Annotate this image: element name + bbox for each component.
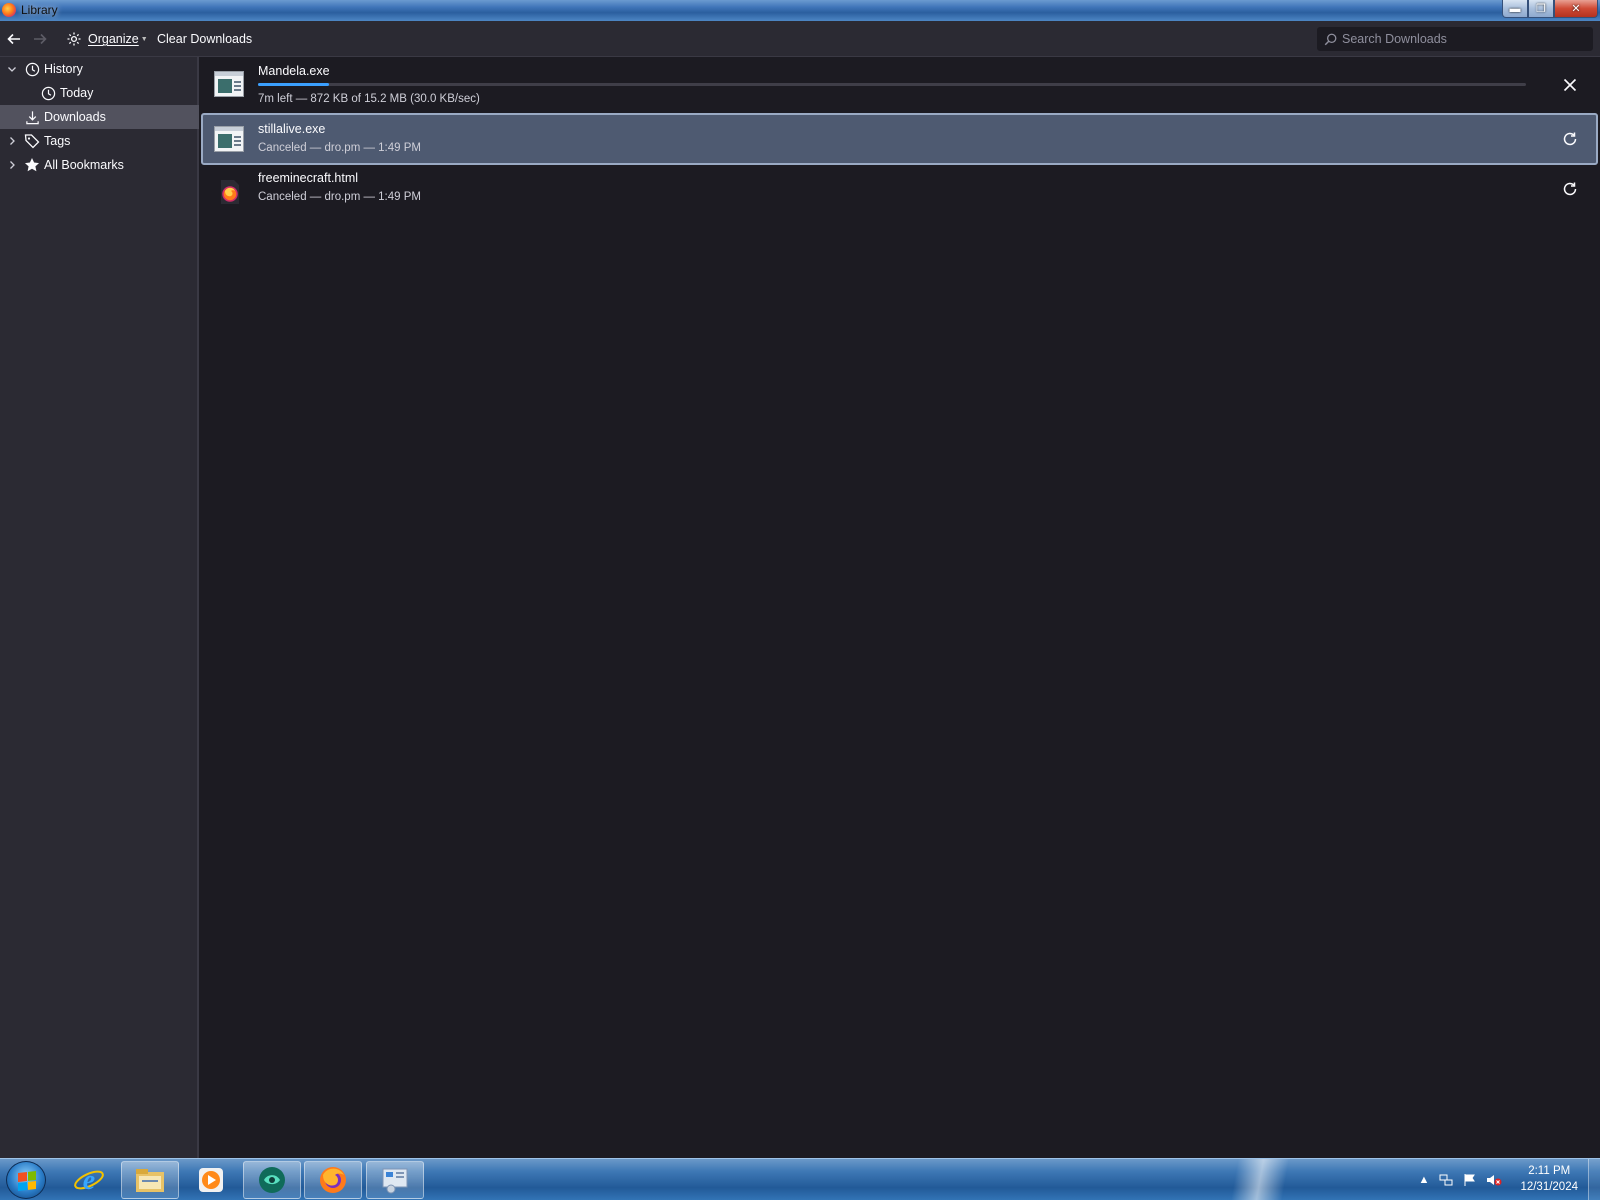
control-panel-icon bbox=[382, 1168, 408, 1194]
download-item[interactable]: freeminecraft.html Canceled — dro.pm — 1… bbox=[201, 167, 1598, 219]
sidebar-item-label: History bbox=[44, 62, 83, 76]
clock-icon bbox=[40, 85, 56, 101]
volume-muted-icon bbox=[1487, 1175, 1502, 1186]
executable-file-icon bbox=[214, 126, 244, 152]
chevron-down-icon: ▼ bbox=[140, 35, 148, 43]
download-status: Canceled — dro.pm — 1:49 PM bbox=[258, 142, 421, 154]
library-toolbar: Organize ▼ Clear Downloads bbox=[0, 21, 1600, 57]
organize-label: Organize bbox=[88, 32, 139, 46]
retry-icon bbox=[1563, 182, 1577, 196]
forward-arrow-icon bbox=[34, 33, 47, 45]
start-button[interactable] bbox=[6, 1161, 46, 1199]
app-icon bbox=[259, 1167, 285, 1193]
executable-file-icon bbox=[214, 71, 244, 97]
chevron-right-icon[interactable] bbox=[6, 135, 18, 147]
back-arrow-icon bbox=[7, 33, 20, 45]
taskbar-app[interactable] bbox=[243, 1161, 301, 1199]
restore-icon: ❐ bbox=[1536, 3, 1546, 15]
back-button[interactable] bbox=[6, 21, 28, 57]
taskbar-internet-explorer[interactable]: e bbox=[60, 1161, 118, 1199]
search-input[interactable] bbox=[1342, 32, 1582, 46]
close-icon: ✕ bbox=[1571, 3, 1581, 15]
file-explorer-icon bbox=[136, 1169, 164, 1192]
retry-download-button[interactable] bbox=[1560, 179, 1580, 199]
window-title: Library bbox=[21, 3, 58, 17]
forward-button[interactable] bbox=[32, 21, 54, 57]
downloads-list: Mandela.exe 7m left — 872 KB of 15.2 MB … bbox=[201, 58, 1600, 1158]
tag-icon bbox=[24, 133, 40, 149]
library-sidebar: History Today Downloads Tags All Bookmar… bbox=[0, 57, 199, 1158]
cancel-icon bbox=[1563, 78, 1577, 92]
firefox-html-file-icon bbox=[221, 180, 239, 204]
show-desktop-button[interactable] bbox=[1588, 1159, 1600, 1200]
sidebar-item-label: Today bbox=[60, 86, 94, 100]
sidebar-item-label: All Bookmarks bbox=[44, 158, 124, 172]
gear-icon bbox=[67, 32, 81, 46]
download-item[interactable]: stillalive.exe Canceled — dro.pm — 1:49 … bbox=[201, 113, 1598, 165]
organize-button[interactable]: Organize ▼ bbox=[66, 21, 148, 57]
sidebar-item-label: Tags bbox=[44, 134, 71, 148]
download-file-name: Mandela.exe bbox=[258, 64, 330, 78]
download-item[interactable]: Mandela.exe 7m left — 872 KB of 15.2 MB … bbox=[201, 58, 1598, 112]
taskbar-clock[interactable]: 2:11 PM 12/31/2024 bbox=[1520, 1163, 1578, 1195]
firefox-icon bbox=[320, 1167, 346, 1193]
internet-explorer-icon: e bbox=[74, 1165, 104, 1196]
minimize-icon: ▬ bbox=[1509, 2, 1521, 15]
download-file-name: freeminecraft.html bbox=[258, 171, 359, 185]
minimize-button[interactable]: ▬ bbox=[1502, 0, 1528, 18]
star-icon bbox=[24, 157, 40, 173]
sidebar-item-all-bookmarks[interactable]: All Bookmarks bbox=[0, 153, 199, 177]
volume-tray-icon[interactable] bbox=[1486, 1172, 1502, 1188]
action-center-tray-icon[interactable] bbox=[1462, 1172, 1478, 1188]
clock-date: 12/31/2024 bbox=[1520, 1181, 1578, 1193]
taskbar-firefox[interactable] bbox=[304, 1161, 362, 1199]
windows-logo-icon bbox=[18, 1171, 36, 1191]
download-progress-fill bbox=[258, 83, 329, 86]
sidebar-item-downloads[interactable]: Downloads bbox=[0, 105, 199, 129]
restore-button[interactable]: ❐ bbox=[1528, 0, 1554, 18]
firefox-app-icon bbox=[2, 3, 16, 17]
retry-icon bbox=[1563, 132, 1577, 146]
download-icon bbox=[24, 109, 40, 125]
clock-time: 2:11 PM bbox=[1528, 1165, 1571, 1177]
taskbar-control-panel[interactable] bbox=[366, 1161, 424, 1199]
cancel-download-button[interactable] bbox=[1560, 75, 1580, 95]
network-icon bbox=[1439, 1174, 1453, 1186]
system-tray: ▲ 2:11 PM 12/31/2024 bbox=[1400, 1159, 1600, 1200]
windows-taskbar: e ▲ 2:11 PM 12/31/2024 bbox=[0, 1158, 1600, 1200]
taskbar-media-player[interactable] bbox=[182, 1161, 240, 1199]
window-title-bar: Library ▬ ❐ ✕ bbox=[0, 0, 1600, 21]
chevron-up-icon: ▲ bbox=[1418, 1174, 1430, 1186]
taskbar-file-explorer[interactable] bbox=[121, 1161, 179, 1199]
clear-downloads-button[interactable]: Clear Downloads bbox=[157, 21, 252, 57]
chevron-right-icon[interactable] bbox=[6, 159, 18, 171]
sidebar-item-history[interactable]: History bbox=[0, 57, 199, 81]
flag-icon bbox=[1464, 1174, 1475, 1186]
svg-text:e: e bbox=[83, 1165, 95, 1196]
chevron-down-icon[interactable] bbox=[6, 63, 18, 75]
window-controls: ▬ ❐ ✕ bbox=[1502, 0, 1598, 18]
search-icon bbox=[1324, 33, 1337, 45]
sidebar-item-tags[interactable]: Tags bbox=[0, 129, 199, 153]
download-file-name: stillalive.exe bbox=[258, 122, 326, 136]
media-player-icon bbox=[199, 1168, 223, 1192]
search-box[interactable] bbox=[1317, 27, 1593, 51]
close-button[interactable]: ✕ bbox=[1554, 0, 1598, 18]
download-progress-bar bbox=[258, 83, 1526, 86]
network-tray-icon[interactable] bbox=[1438, 1172, 1454, 1188]
sidebar-item-today[interactable]: Today bbox=[0, 81, 199, 105]
sidebar-item-label: Downloads bbox=[44, 110, 106, 124]
retry-download-button[interactable] bbox=[1560, 129, 1580, 149]
download-status: Canceled — dro.pm — 1:49 PM bbox=[258, 191, 421, 203]
clock-icon bbox=[24, 61, 40, 77]
download-status: 7m left — 872 KB of 15.2 MB (30.0 KB/sec… bbox=[258, 93, 480, 105]
show-hidden-icons-button[interactable]: ▲ bbox=[1416, 1172, 1432, 1188]
